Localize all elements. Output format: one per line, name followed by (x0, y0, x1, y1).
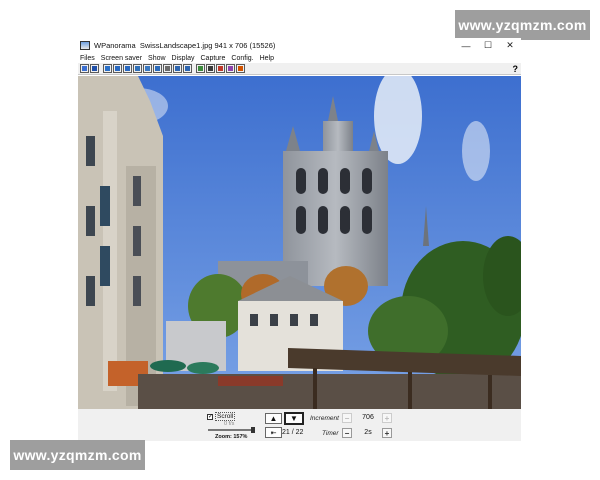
help-button[interactable]: ? (513, 63, 519, 75)
save-icon (92, 66, 97, 71)
increment-value: 706 (362, 414, 374, 421)
palette-icon (218, 66, 223, 71)
file-info: SwissLandscape1.jpg 941 x 706 (15526) (139, 41, 276, 50)
menu-help[interactable]: Help (260, 55, 274, 62)
screenshot: www.yzqmzm.com WPanorama SwissLandscape1… (0, 0, 600, 480)
scroll-left-icon (105, 66, 110, 71)
window-controls: — ☐ ✕ (455, 38, 521, 53)
open-icon (82, 66, 87, 71)
sound-icon (208, 66, 213, 71)
palette-button[interactable] (216, 64, 225, 73)
landscape-button[interactable] (196, 64, 205, 73)
watermark-top: www.yzqmzm.com (455, 10, 590, 40)
title-bar: WPanorama SwissLandscape1.jpg 941 x 706 … (78, 38, 521, 53)
move-icon (155, 66, 160, 71)
status-bar: ✓ Scroll 0 f/s Zoom: 157% ▲ ▼ ⇤ 21 / 22 … (78, 409, 521, 441)
menu-files[interactable]: Files (80, 55, 95, 62)
timer-label: Timer (322, 430, 339, 437)
menu-screen-saver[interactable]: Screen saver (101, 55, 142, 62)
close-button[interactable]: ✕ (499, 38, 521, 53)
arrows-cross-icon (125, 66, 130, 71)
move-button[interactable] (153, 64, 162, 73)
image-separator: / (291, 429, 294, 436)
flip-icon (145, 66, 150, 71)
up-arrow-icon: ▲ (269, 414, 278, 423)
app-window: WPanorama SwissLandscape1.jpg 941 x 706 … (78, 38, 521, 441)
landscape-icon (198, 66, 203, 71)
flip-button[interactable] (143, 64, 152, 73)
arrows-icon (115, 66, 120, 71)
timer-increase-button[interactable]: + (382, 428, 392, 438)
arrows-button[interactable] (113, 64, 122, 73)
rotate-icon (135, 66, 140, 71)
down-arrow-icon: ▼ (290, 414, 298, 423)
scroll-checkbox[interactable]: ✓ (207, 413, 213, 420)
rotate-button[interactable] (133, 64, 142, 73)
next-button[interactable]: ▼ (284, 412, 304, 425)
sound-button[interactable] (206, 64, 215, 73)
arrows-cross-button[interactable] (123, 64, 132, 73)
increment-increase-button[interactable]: + (382, 413, 392, 423)
photo-image (78, 76, 521, 409)
zoom-button[interactable] (173, 64, 182, 73)
minimize-button[interactable]: — (455, 38, 477, 53)
record-button[interactable] (236, 64, 245, 73)
panorama-photo[interactable] (78, 76, 521, 409)
zoom-slider[interactable] (208, 429, 254, 431)
image-counter: 21 / 22 (282, 427, 303, 438)
app-icon (80, 41, 90, 50)
fit-icon (185, 66, 190, 71)
increment-decrease-button[interactable]: − (342, 413, 352, 423)
settings-button[interactable] (226, 64, 235, 73)
increment-label: Increment (310, 415, 339, 422)
scroll-left-button[interactable] (103, 64, 112, 73)
window-title: WPanorama SwissLandscape1.jpg 941 x 706 … (94, 41, 275, 50)
settings-icon (228, 66, 233, 71)
zoom-icon (175, 66, 180, 71)
timer-value: 2s (364, 429, 372, 436)
menu-show[interactable]: Show (148, 55, 166, 62)
save-button[interactable] (90, 64, 99, 73)
maximize-button[interactable]: ☐ (477, 38, 499, 53)
menu-config[interactable]: Config. (231, 55, 253, 62)
record-icon (238, 66, 243, 71)
menu-capture[interactable]: Capture (201, 55, 226, 62)
image-total: 22 (295, 429, 304, 436)
menu-bar: Files Screen saver Show Display Capture … (78, 53, 521, 63)
open-button[interactable] (80, 64, 89, 73)
app-name: WPanorama (94, 41, 136, 50)
timer-decrease-button[interactable]: − (342, 428, 352, 438)
scroll-label[interactable]: Scroll (215, 412, 236, 421)
grid-button[interactable] (163, 64, 172, 73)
first-image-icon: ⇤ (270, 429, 277, 437)
first-image-button[interactable]: ⇤ (265, 427, 282, 438)
fps-readout: 0 f/s (224, 421, 235, 427)
watermark-bottom: www.yzqmzm.com (10, 440, 145, 470)
menu-display[interactable]: Display (172, 55, 195, 62)
zoom-slider-thumb[interactable] (251, 427, 255, 433)
fit-button[interactable] (183, 64, 192, 73)
toolbar: ? (78, 63, 521, 75)
zoom-readout: Zoom: 157% (215, 434, 248, 440)
scroll-checkbox-group[interactable]: ✓ Scroll (207, 412, 236, 421)
previous-button[interactable]: ▲ (265, 413, 282, 424)
grid-icon (165, 66, 170, 71)
image-current: 21 (282, 429, 290, 436)
